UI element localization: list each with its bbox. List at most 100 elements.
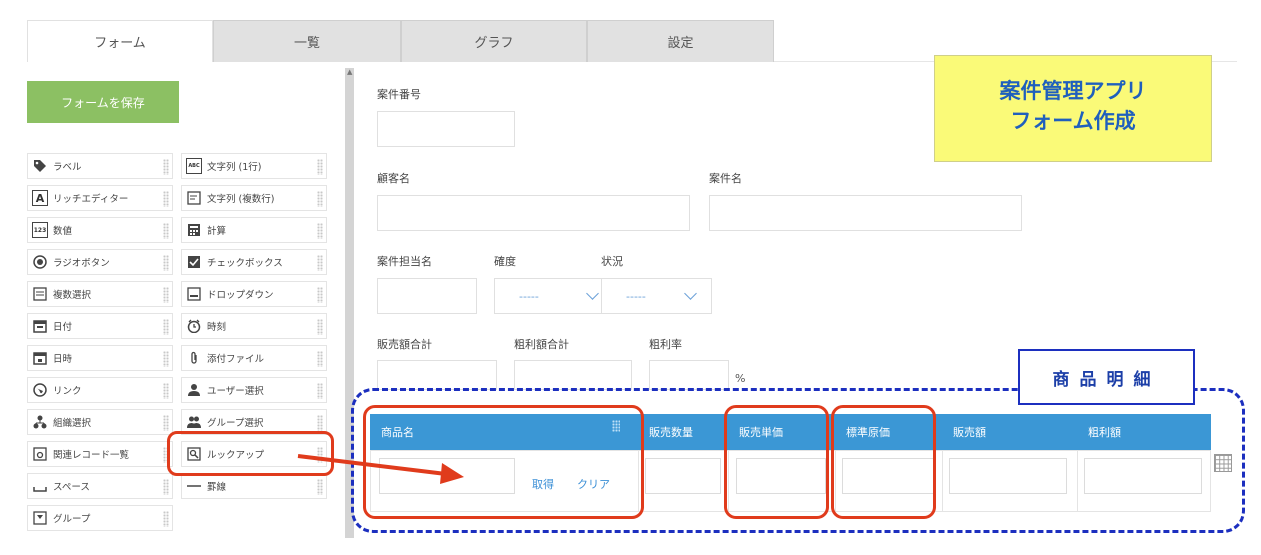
- line-icon: [186, 478, 202, 494]
- drag-handle[interactable]: [317, 351, 323, 367]
- palette-item-multi-select[interactable]: 複数選択: [27, 281, 173, 307]
- save-form-button[interactable]: フォームを保存: [27, 81, 179, 123]
- annotation-callout: 案件管理アプリ フォーム作成: [934, 55, 1212, 162]
- tab-graph[interactable]: グラフ: [401, 20, 587, 62]
- drag-handle[interactable]: [317, 159, 323, 175]
- sales-amount-input[interactable]: [949, 458, 1067, 494]
- palette-item-text: グループ: [53, 514, 91, 525]
- palette-item-text: 複数選択: [53, 290, 92, 301]
- field-label-customer-name: 顧客名: [377, 172, 410, 185]
- palette-item-rich-editor[interactable]: A リッチエディター: [27, 185, 173, 211]
- palette-item-calc[interactable]: 計算: [181, 217, 327, 243]
- dropdown-icon: [186, 286, 202, 302]
- palette-item-checkbox[interactable]: チェックボックス: [181, 249, 327, 275]
- drag-handle[interactable]: [163, 479, 169, 495]
- drag-handle[interactable]: [317, 383, 323, 399]
- palette-item-time[interactable]: 時刻: [181, 313, 327, 339]
- drag-handle[interactable]: [163, 287, 169, 303]
- text-line-icon: ABC: [186, 158, 202, 174]
- multi-select-icon: [32, 286, 48, 302]
- dropdown-value: -----: [519, 289, 539, 303]
- drag-handle[interactable]: [163, 319, 169, 335]
- palette-item-attachment[interactable]: 添付ファイル: [181, 345, 327, 371]
- drag-handle[interactable]: [163, 511, 169, 527]
- drag-handle[interactable]: [163, 415, 169, 431]
- palette-item-text: ユーザー選択: [207, 386, 264, 397]
- palette-item-org-select[interactable]: 組織選択: [27, 409, 173, 435]
- drag-handle[interactable]: [317, 415, 323, 431]
- palette-item-link[interactable]: リンク: [27, 377, 173, 403]
- palette-item-text: スペース: [53, 482, 90, 493]
- percent-unit: %: [735, 372, 746, 385]
- scroll-up-icon[interactable]: ▲: [347, 68, 352, 76]
- field-label-status: 状況: [601, 255, 623, 268]
- status-dropdown[interactable]: -----: [601, 278, 712, 314]
- palette-item-text-multiline[interactable]: 文字列 (複数行): [181, 185, 327, 211]
- tab-label: 設定: [667, 36, 694, 51]
- tab-label: グラフ: [474, 36, 514, 51]
- drag-handle[interactable]: [317, 255, 323, 271]
- radio-icon: [32, 254, 48, 270]
- annotation-box-unit-price: [724, 405, 829, 519]
- drag-handle[interactable]: [163, 191, 169, 207]
- field-label-certainty: 確度: [494, 255, 516, 268]
- palette-item-group[interactable]: グループ: [27, 505, 173, 531]
- drag-handle[interactable]: [317, 223, 323, 239]
- palette-item-radio[interactable]: ラジオボタン: [27, 249, 173, 275]
- drag-handle[interactable]: [317, 191, 323, 207]
- quantity-input[interactable]: [645, 458, 721, 494]
- palette-item-label[interactable]: ラベル: [27, 153, 173, 179]
- drag-handle[interactable]: [317, 287, 323, 303]
- field-label-case-number: 案件番号: [377, 88, 421, 101]
- callout-line-2: フォーム作成: [1010, 109, 1136, 133]
- drag-handle[interactable]: [163, 223, 169, 239]
- drag-handle[interactable]: [317, 319, 323, 335]
- palette-item-text: ドロップダウン: [207, 290, 274, 301]
- palette-item-text: 添付ファイル: [207, 354, 265, 365]
- gross-margin-input[interactable]: [649, 360, 729, 390]
- datetime-icon: [32, 350, 48, 366]
- palette-item-text: ラジオボタン: [53, 258, 110, 269]
- sales-total-input[interactable]: [377, 360, 497, 390]
- drag-handle[interactable]: [163, 351, 169, 367]
- palette-item-user-select[interactable]: ユーザー選択: [181, 377, 327, 403]
- palette-item-related-records[interactable]: 関連レコード一覧: [27, 441, 173, 467]
- palette-item-text: 関連レコード一覧: [53, 450, 130, 461]
- palette-item-space[interactable]: スペース: [27, 473, 173, 499]
- case-owner-input[interactable]: [377, 278, 477, 314]
- palette-item-text: リッチエディター: [53, 194, 129, 205]
- palette-item-dropdown[interactable]: ドロップダウン: [181, 281, 327, 307]
- case-number-input[interactable]: [377, 111, 515, 147]
- drag-handle[interactable]: [163, 255, 169, 271]
- table-grid-icon[interactable]: [1214, 454, 1232, 472]
- palette-item-text-line[interactable]: ABC 文字列 (1行): [181, 153, 327, 179]
- tab-label: 一覧: [293, 36, 320, 51]
- palette-item-number[interactable]: 123 数値: [27, 217, 173, 243]
- subtable-name-label: 商品明細: [1018, 349, 1195, 405]
- customer-name-input[interactable]: [377, 195, 690, 231]
- case-name-input[interactable]: [709, 195, 1022, 231]
- tag-icon: [32, 158, 48, 174]
- tab-list[interactable]: 一覧: [213, 20, 401, 62]
- field-label-sales-total: 販売額合計: [377, 338, 432, 351]
- drag-handle[interactable]: [163, 159, 169, 175]
- gross-profit-total-input[interactable]: [514, 360, 632, 390]
- tab-settings[interactable]: 設定: [587, 20, 774, 62]
- palette-item-text: 日付: [53, 322, 73, 333]
- tab-form[interactable]: フォーム: [27, 20, 213, 62]
- users-icon: [186, 414, 202, 430]
- palette-item-text: 日時: [53, 354, 73, 365]
- certainty-dropdown[interactable]: -----: [494, 278, 614, 314]
- subtable-col-sales-amount: 販売額: [953, 426, 986, 439]
- cell-divider: [1077, 450, 1078, 512]
- callout-line-1: 案件管理アプリ: [999, 79, 1147, 103]
- drag-handle[interactable]: [163, 383, 169, 399]
- annotation-box-standard-cost: [831, 405, 936, 519]
- palette-item-text: 文字列 (1行): [207, 162, 262, 173]
- text-multiline-icon: [186, 190, 202, 206]
- palette-item-datetime[interactable]: 日時: [27, 345, 173, 371]
- field-label-case-name: 案件名: [709, 172, 742, 185]
- annotation-arrow-icon: [297, 454, 464, 484]
- palette-item-date[interactable]: 日付: [27, 313, 173, 339]
- gross-profit-input[interactable]: [1084, 458, 1202, 494]
